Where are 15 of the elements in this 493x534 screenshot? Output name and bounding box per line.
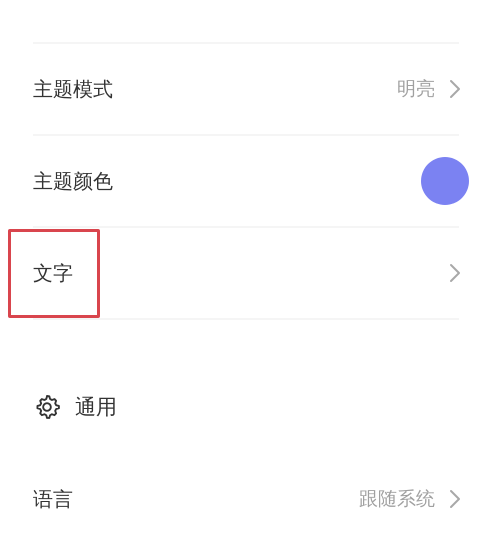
section-title: 通用 [75,394,117,421]
row-value: 跟随系统 [359,487,435,512]
chevron-icon [449,489,461,509]
row-label: 文字 [8,228,100,318]
chevron-icon [449,79,461,99]
settings-row[interactable]: 主题颜色 [8,136,469,226]
color-swatch[interactable] [421,157,469,205]
row-value: 明亮 [397,77,435,102]
row-label: 语言 [32,486,74,512]
settings-row[interactable]: 文字 [8,228,469,318]
row-label: 主题颜色 [32,168,114,194]
settings-row[interactable]: 主题模式 明亮 [8,44,469,134]
row-label: 主题模式 [32,76,114,102]
chevron-icon [449,263,461,283]
settings-row[interactable]: 语言 跟随系统 [8,454,469,534]
